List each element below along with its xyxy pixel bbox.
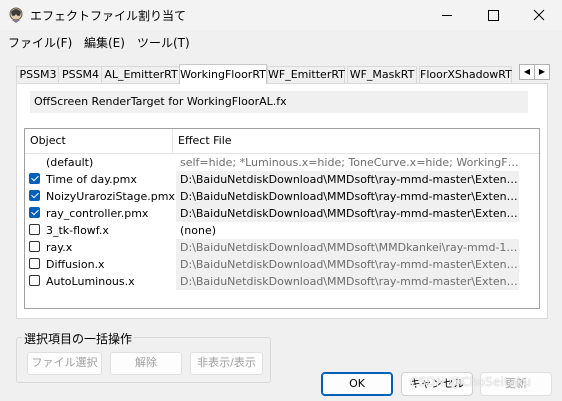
- effect-file[interactable]: self=hide; *Luminous.x=hide; ToneCurve.x…: [176, 154, 519, 171]
- tab-scroll-left-button[interactable]: ◀: [519, 64, 535, 80]
- list-row[interactable]: AutoLuminous.x D:\BaiduNetdiskDownload\M…: [25, 273, 539, 290]
- object-name: AutoLuminous.x: [46, 275, 135, 288]
- list-row[interactable]: Time of day.pmx D:\BaiduNetdiskDownload\…: [25, 171, 539, 188]
- menu-tools[interactable]: ツール(T): [137, 34, 190, 51]
- object-name: Diffusion.x: [46, 258, 105, 271]
- object-name: 3_tk-flowf.x: [46, 224, 109, 237]
- list-row[interactable]: NoizyUraroziStage.pmx D:\BaiduNetdiskDow…: [25, 188, 539, 205]
- maximize-icon: [488, 10, 499, 21]
- row-checkbox[interactable]: [29, 275, 40, 286]
- ok-button[interactable]: OK: [321, 372, 393, 396]
- tab-wf-maskrt[interactable]: WF_MaskRT: [347, 66, 417, 84]
- column-header-effect[interactable]: Effect File: [173, 129, 533, 153]
- effect-file[interactable]: D:\BaiduNetdiskDownload\MMDsoft\MMDkanke…: [176, 239, 519, 256]
- minimize-button[interactable]: [424, 0, 470, 30]
- menu-bar: ファイル(F) 編集(E) ツール(T): [0, 31, 562, 51]
- tab-floorxshadowrt[interactable]: FloorXShadowRT: [419, 66, 512, 84]
- row-checkbox[interactable]: [29, 224, 40, 235]
- tab-scroll-right-button[interactable]: ▶: [534, 64, 550, 80]
- object-name: (default): [46, 156, 94, 169]
- effect-file[interactable]: D:\BaiduNetdiskDownload\MMDsoft\ray-mmd-…: [176, 188, 519, 205]
- bulk-operation-title: 選択項目の一括操作: [22, 330, 135, 347]
- row-checkbox[interactable]: [29, 190, 40, 201]
- tab-al-emitterrt[interactable]: AL_EmitterRT: [101, 66, 181, 84]
- maximize-button[interactable]: [470, 0, 516, 30]
- effect-file[interactable]: (none): [176, 222, 519, 239]
- arrow-right-icon: ▶: [538, 67, 546, 76]
- close-icon: [533, 9, 545, 21]
- title-bar: エフェクトファイル割り当て: [0, 0, 562, 30]
- tab-pssm3[interactable]: PSSM3: [16, 66, 60, 84]
- select-file-button[interactable]: ファイル選択: [27, 352, 102, 375]
- menu-edit[interactable]: 編集(E): [84, 34, 125, 51]
- tab-wf-emitterrt[interactable]: WF_EmitterRT: [267, 66, 345, 84]
- object-name: ray.x: [46, 241, 73, 254]
- row-checkbox[interactable]: [29, 258, 40, 269]
- tab-workingfloorrt[interactable]: WorkingFloorRT: [179, 64, 267, 84]
- row-checkbox[interactable]: [29, 173, 40, 184]
- object-name: ray_controller.pmx: [46, 207, 149, 220]
- effect-assign-window: エフェクトファイル割り当て ファイル(F) 編集(E) ツール(T) PSSM3…: [0, 0, 562, 401]
- release-button[interactable]: 解除: [110, 352, 182, 375]
- tab-pssm4[interactable]: PSSM4: [58, 66, 103, 84]
- app-icon: [9, 7, 23, 23]
- arrow-left-icon: ◀: [523, 67, 531, 76]
- list-row-default[interactable]: (default) self=hide; *Luminous.x=hide; T…: [25, 154, 539, 171]
- list-row[interactable]: Diffusion.x D:\BaiduNetdiskDownload\MMDs…: [25, 256, 539, 273]
- hide-show-button[interactable]: 非表示/表示: [190, 352, 263, 375]
- row-checkbox[interactable]: [29, 207, 40, 218]
- effect-file[interactable]: D:\BaiduNetdiskDownload\MMDsoft\ray-mmd-…: [176, 205, 519, 222]
- tab-panel: OffScreen RenderTarget for WorkingFloorA…: [16, 83, 548, 319]
- column-header-object[interactable]: Object: [25, 129, 172, 153]
- row-checkbox[interactable]: [29, 241, 40, 252]
- window-title: エフェクトファイル割り当て: [30, 9, 187, 23]
- render-target-label: OffScreen RenderTarget for WorkingFloorA…: [30, 91, 528, 113]
- list-row[interactable]: 3_tk-flowf.x (none): [25, 222, 539, 239]
- effect-file[interactable]: D:\BaiduNetdiskDownload\MMDsoft\ray-mmd-…: [176, 171, 519, 188]
- object-name: Time of day.pmx: [46, 173, 137, 186]
- watermark: CSDN @ChoSeitaku: [410, 375, 532, 389]
- list-header: Object Effect File: [25, 129, 539, 154]
- effect-file[interactable]: D:\BaiduNetdiskDownload\MMDsoft\ray-mmd-…: [176, 256, 519, 273]
- minimize-icon: [442, 15, 452, 16]
- effect-list[interactable]: Object Effect File (default) self=hide; …: [24, 128, 540, 309]
- list-row[interactable]: ray.x D:\BaiduNetdiskDownload\MMDsoft\MM…: [25, 239, 539, 256]
- close-button[interactable]: [516, 0, 562, 30]
- tab-strip: PSSM3 PSSM4 AL_EmitterRT WorkingFloorRT …: [16, 64, 534, 84]
- object-name: NoizyUraroziStage.pmx: [46, 190, 175, 203]
- list-row[interactable]: ray_controller.pmx D:\BaiduNetdiskDownlo…: [25, 205, 539, 222]
- effect-file[interactable]: D:\BaiduNetdiskDownload\MMDsoft\ray-mmd-…: [176, 273, 519, 290]
- menu-file[interactable]: ファイル(F): [8, 34, 72, 51]
